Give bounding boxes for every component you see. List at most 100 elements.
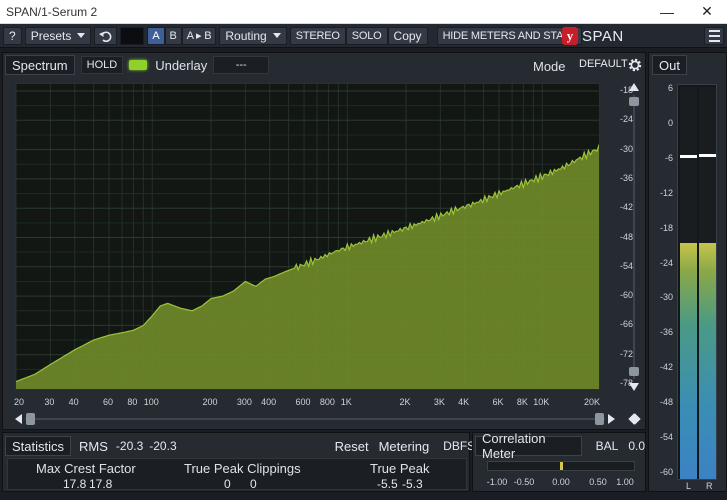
voxengo-logo-icon: y	[562, 27, 578, 45]
output-scale-labels: 6 0 -6 -12 -18 -24 -30 -36 -42 -48 -54 -60	[649, 53, 675, 493]
frequency-tick-label: 6K	[492, 397, 504, 407]
max-crest-factor-label: Max Crest Factor	[36, 461, 136, 476]
frequency-tick-label: 400	[261, 397, 277, 407]
mode-selector[interactable]: DEFAULT	[579, 58, 628, 70]
ab-a-button[interactable]: A	[147, 26, 165, 45]
true-peak-clippings-left-value: 0	[224, 477, 231, 491]
rms-right-value: -20.3	[149, 439, 177, 453]
gear-icon[interactable]	[627, 57, 643, 73]
rms-left-value: -20.3	[115, 439, 144, 453]
scroll-down-arrow-icon[interactable]	[629, 383, 639, 391]
correlation-header: Correlation Meter BAL 0.0	[473, 431, 645, 461]
hide-meters-button[interactable]: HIDE METERS AND STATS	[436, 26, 583, 45]
correlation-indicator	[560, 462, 563, 470]
chevron-down-icon	[77, 33, 86, 38]
spectrum-panel: Spectrum HOLD Underlay --- Mode DEFAULT …	[2, 52, 646, 430]
brand-name: SPAN	[582, 27, 624, 45]
statistics-panel: Statistics RMS -20.3 -20.3 Reset Meterin…	[2, 432, 502, 492]
output-scale-tick: -36	[659, 327, 673, 338]
output-scale-tick: -24	[659, 257, 673, 268]
copy-button[interactable]: Copy	[387, 26, 428, 45]
scroll-left-arrow-icon[interactable]	[15, 414, 22, 424]
balance-label: BAL	[595, 439, 619, 453]
db-scroll-track[interactable]	[633, 95, 635, 379]
main-menu-button[interactable]	[704, 27, 724, 45]
chevron-down-icon	[272, 33, 281, 38]
true-peak-clippings-label: True Peak Clippings	[184, 461, 301, 476]
correlation-scale: -1.00 -0.50 0.00 0.50 1.00	[487, 477, 635, 489]
frequency-tick-label: 1K	[340, 397, 352, 407]
output-scale-tick: 6	[667, 83, 673, 93]
scroll-up-arrow-icon[interactable]	[629, 83, 639, 91]
frequency-tick-label: 40	[68, 397, 79, 407]
underlay-selector[interactable]: ---	[213, 56, 270, 74]
frequency-tick-label: 60	[103, 397, 114, 407]
db-range-scroller[interactable]	[628, 83, 640, 429]
correlation-tick-label: -0.50	[513, 477, 535, 487]
output-scale-tick: -30	[659, 292, 673, 303]
undo-button[interactable]	[94, 26, 118, 45]
frequency-tick-label: 20	[13, 397, 25, 407]
output-scale-tick: -60	[659, 467, 673, 477]
hold-button[interactable]: HOLD	[80, 56, 124, 74]
freq-scroll-track[interactable]	[25, 418, 605, 420]
minimize-icon[interactable]: —	[647, 0, 687, 24]
statistics-tab[interactable]: Statistics	[5, 436, 72, 456]
frequency-tick-label: 30	[44, 397, 55, 407]
output-scale-tick: -48	[659, 397, 673, 408]
frequency-tick-label: 800	[319, 397, 335, 407]
frequency-tick-label: 300	[236, 397, 252, 407]
stereo-button[interactable]: STEREO	[289, 26, 346, 45]
right-channel-meter	[699, 87, 716, 479]
left-channel-meter	[680, 87, 697, 479]
frequency-tick-label: 10K	[533, 397, 550, 407]
true-peak-left-value: -5.5	[377, 477, 398, 491]
frequency-tick-label: 100	[143, 397, 159, 407]
scroll-right-arrow-icon[interactable]	[608, 414, 615, 424]
output-meter-panel: Out 6 0 -6 -12 -18 -24 -30 -36 -42 -48 -54 -60 L R	[648, 52, 727, 492]
correlation-tick-label: 0.00	[552, 477, 570, 487]
presets-label: Presets	[30, 28, 72, 43]
left-peak-marker	[680, 155, 697, 159]
preset-name-field[interactable]	[120, 26, 145, 45]
db-range-top-handle[interactable]	[629, 97, 639, 106]
presets-dropdown[interactable]: Presets	[24, 26, 92, 45]
routing-dropdown[interactable]: Routing	[219, 26, 287, 45]
correlation-panel: Correlation Meter BAL 0.0 -1.00 -0.50 0.00…	[472, 431, 646, 492]
left-level-fill	[680, 243, 697, 479]
underlay-label: Underlay	[155, 57, 208, 73]
ab-b-button[interactable]: B	[164, 26, 182, 45]
spectrum-plot[interactable]	[15, 83, 600, 390]
right-level-fill	[699, 243, 716, 479]
ab-copy-button[interactable]: A ▸ B	[181, 26, 217, 45]
output-scale-tick: -12	[659, 187, 673, 198]
metering-mode-selector[interactable]: DBFS	[443, 439, 475, 453]
statistics-values: Max Crest Factor 17.8 17.8 True Peak Cli…	[7, 458, 467, 491]
max-crest-right-value: 17.8	[89, 477, 113, 491]
frequency-tick-label: 80	[127, 397, 138, 407]
window-title: SPAN/1-Serum 2	[6, 4, 98, 19]
output-scale-tick: 0	[667, 117, 673, 128]
routing-label: Routing	[225, 28, 267, 43]
frequency-range-scroller[interactable]	[15, 413, 623, 425]
true-peak-label: True Peak	[370, 461, 430, 476]
right-peak-marker	[699, 154, 716, 158]
correlation-tick-label: 1.00	[616, 477, 634, 487]
correlation-meter-tab[interactable]: Correlation Meter	[475, 431, 582, 461]
reset-button[interactable]: Reset	[335, 439, 369, 454]
correlation-tick-label: -1.00	[486, 477, 508, 487]
spectrum-graph[interactable]	[16, 84, 600, 390]
spectrum-tab[interactable]: Spectrum	[5, 55, 75, 75]
frequency-tick-label: 200	[202, 397, 218, 407]
balance-value: 0.0	[628, 439, 645, 453]
statistics-header: Statistics RMS -20.3 -20.3 Reset Meterin…	[3, 435, 502, 457]
db-range-bottom-handle[interactable]	[629, 367, 639, 376]
hold-led-toggle[interactable]	[129, 60, 148, 70]
freq-range-right-handle[interactable]	[595, 413, 604, 425]
help-button[interactable]: ?	[3, 26, 22, 45]
close-icon[interactable]: ✕	[687, 0, 727, 24]
output-scale-tick: -18	[659, 222, 673, 233]
solo-button[interactable]: SOLO	[345, 26, 388, 45]
frequency-tick-label: 600	[295, 397, 311, 407]
freq-range-left-handle[interactable]	[26, 413, 35, 425]
